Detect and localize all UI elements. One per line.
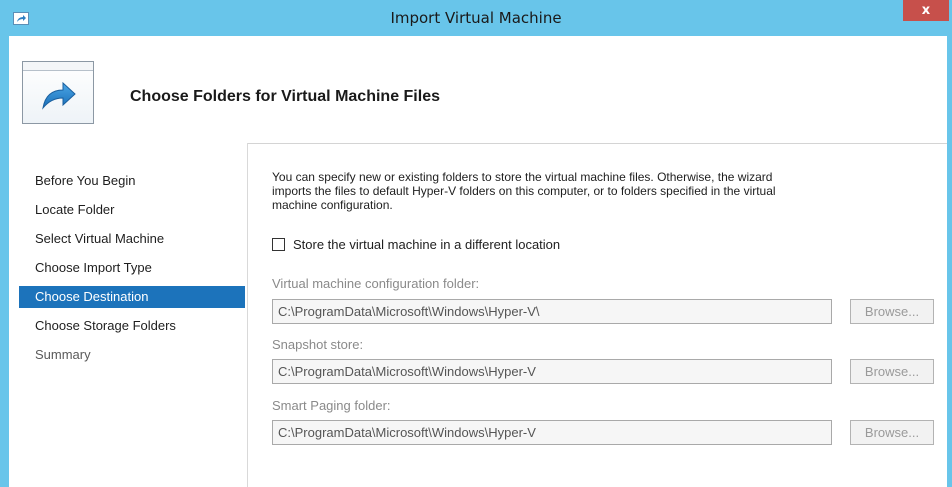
config-folder-browse-button[interactable]: Browse...	[850, 299, 934, 324]
smart-paging-input[interactable]: C:\ProgramData\Microsoft\Windows\Hyper-V	[272, 420, 832, 445]
nav-item-summary: Summary	[35, 347, 91, 362]
nav-item-before-you-begin[interactable]: Before You Begin	[19, 170, 245, 192]
window-title: Import Virtual Machine	[390, 9, 562, 27]
title-bar: Import Virtual Machine x	[0, 0, 952, 36]
close-button[interactable]: x	[903, 0, 949, 21]
config-folder-input[interactable]: C:\ProgramData\Microsoft\Windows\Hyper-V…	[272, 299, 832, 324]
wizard-header: Choose Folders for Virtual Machine Files	[9, 36, 947, 144]
page-title: Choose Folders for Virtual Machine Files	[130, 88, 440, 105]
nav-item-choose-destination[interactable]: Choose Destination	[19, 286, 245, 308]
description-line: machine configuration.	[272, 198, 393, 212]
different-location-checkbox[interactable]	[272, 238, 285, 251]
nav-item-locate-folder[interactable]: Locate Folder	[19, 199, 245, 221]
snapshot-store-browse-button[interactable]: Browse...	[850, 359, 934, 384]
snapshot-store-input[interactable]: C:\ProgramData\Microsoft\Windows\Hyper-V	[272, 359, 832, 384]
nav-item-select-virtual-machine[interactable]: Select Virtual Machine	[19, 228, 245, 250]
import-vm-window: Import Virtual Machine x Choose Folders …	[0, 0, 952, 487]
config-folder-label: Virtual machine configuration folder:	[272, 276, 480, 291]
snapshot-store-label: Snapshot store:	[272, 337, 364, 352]
smart-paging-label: Smart Paging folder:	[272, 398, 391, 413]
description-line: You can specify new or existing folders …	[272, 170, 773, 184]
description-text: You can specify new or existing folders …	[272, 170, 912, 212]
description-line: imports the files to default Hyper-V fol…	[272, 184, 776, 198]
wizard-steps-nav: Before You Begin Locate Folder Select Vi…	[9, 143, 248, 487]
icon-window-strip	[23, 62, 93, 71]
wizard-client-area: Choose Folders for Virtual Machine Files…	[9, 36, 947, 487]
different-location-label[interactable]: Store the virtual machine in a different…	[293, 237, 560, 252]
nav-item-choose-import-type[interactable]: Choose Import Type	[19, 257, 245, 279]
smart-paging-browse-button[interactable]: Browse...	[850, 420, 934, 445]
import-wizard-icon	[22, 61, 94, 124]
nav-item-choose-storage-folders[interactable]: Choose Storage Folders	[19, 315, 245, 337]
